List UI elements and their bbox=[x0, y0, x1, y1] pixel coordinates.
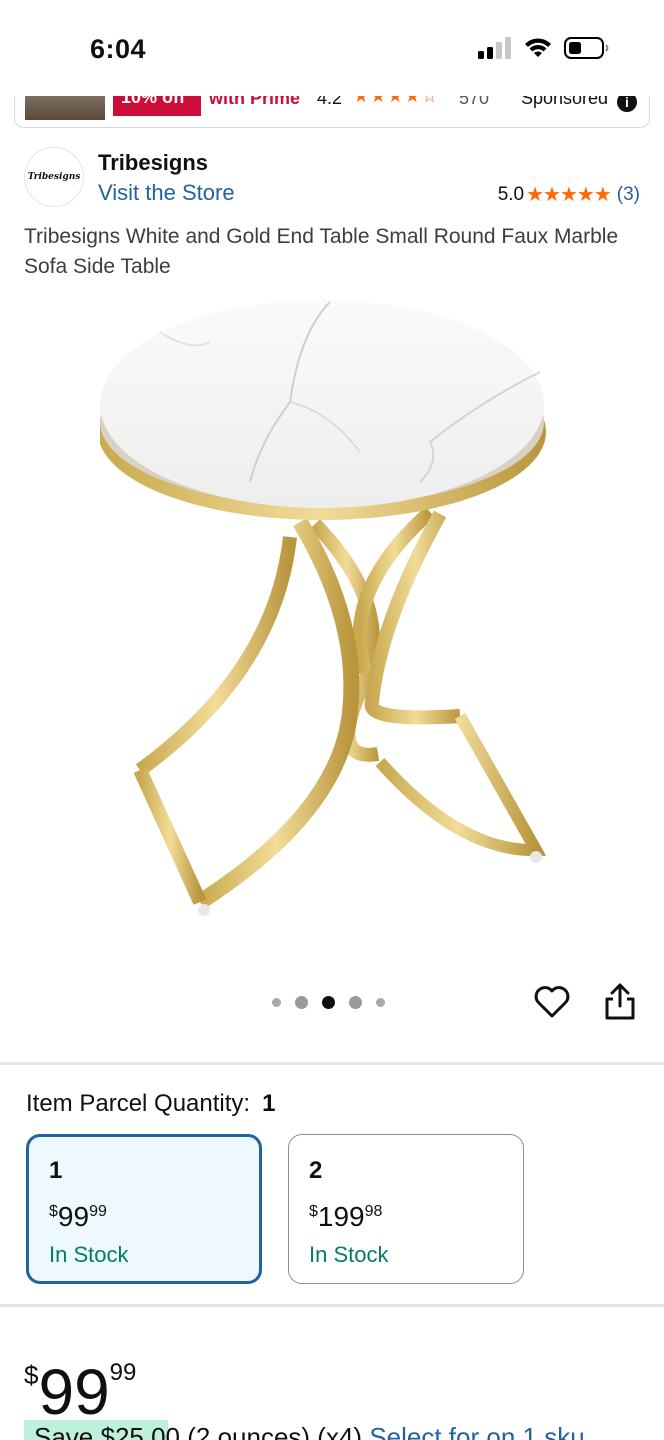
divider bbox=[0, 1062, 664, 1065]
option-quantity: 2 bbox=[309, 1157, 323, 1184]
product-price: $9999 bbox=[24, 1338, 136, 1427]
coupon-select-link[interactable]: Select for on 1 sku bbox=[369, 1422, 584, 1440]
brand-logo[interactable]: Tribesigns bbox=[24, 147, 84, 207]
option-quantity: 1 bbox=[49, 1157, 63, 1184]
option-stock-status: In Stock bbox=[309, 1242, 389, 1267]
product-title: Tribesigns White and Gold End Table Smal… bbox=[24, 225, 619, 278]
option-price-fraction: 98 bbox=[364, 1203, 383, 1220]
rating-count-link[interactable]: (3) bbox=[617, 184, 640, 206]
option-price-whole: 199 bbox=[317, 1201, 365, 1232]
carousel-dot[interactable] bbox=[272, 998, 281, 1007]
coupon-row[interactable]: Save $25.00 (2 ounces) (x4) Select for o… bbox=[24, 1418, 664, 1440]
star-rating-icon: ★★★★★ bbox=[526, 184, 612, 206]
price-currency: $ bbox=[24, 1360, 39, 1390]
carousel-dot[interactable] bbox=[349, 996, 362, 1009]
brand-logo-text: Tribesigns bbox=[27, 172, 81, 182]
coupon-text: Save $25.00 (2 ounces) (x4) Select for o… bbox=[34, 1422, 585, 1440]
coupon-description: Save $25.00 (2 ounces) (x4) bbox=[34, 1422, 363, 1440]
brand-rating[interactable]: 5.0 ★★★★★ (3) bbox=[498, 182, 640, 207]
ad-star-rating-icon: ★★★★☆ bbox=[353, 96, 439, 106]
quantity-label-text: Item Parcel Quantity: bbox=[26, 1090, 251, 1117]
option-price-currency: $ bbox=[49, 1203, 58, 1220]
quantity-option-2[interactable]: 2 $19998 In Stock bbox=[288, 1134, 524, 1284]
ad-deal-badge: 10% off bbox=[113, 96, 201, 116]
option-price-fraction: 99 bbox=[89, 1203, 107, 1220]
status-icons bbox=[478, 36, 610, 60]
image-carousel-dots[interactable] bbox=[272, 996, 385, 1009]
battery-icon bbox=[564, 37, 609, 59]
option-stock-status: In Stock bbox=[49, 1242, 129, 1267]
ad-rating: 4.2 bbox=[317, 96, 343, 108]
signal-icon bbox=[478, 37, 511, 59]
ad-review-count: 570 bbox=[459, 96, 490, 108]
product-image[interactable] bbox=[98, 292, 566, 942]
status-time: 6:04 bbox=[90, 34, 147, 64]
quantity-value: 1 bbox=[262, 1090, 276, 1117]
option-price-whole: 99 bbox=[57, 1201, 90, 1232]
ad-product-thumbnail bbox=[25, 96, 105, 120]
wifi-icon bbox=[525, 38, 551, 57]
carousel-dot[interactable] bbox=[295, 996, 308, 1009]
carousel-dot-active[interactable] bbox=[322, 996, 335, 1009]
option-price: $19998 bbox=[309, 1197, 503, 1232]
visit-store-link[interactable]: Visit the Store bbox=[98, 180, 235, 206]
option-price: $9999 bbox=[49, 1197, 239, 1232]
heart-icon[interactable] bbox=[532, 982, 572, 1022]
sponsored-ad-banner[interactable]: 10% off with Prime 4.2 ★★★★☆ 570 Sponsor… bbox=[14, 96, 650, 128]
option-price-currency: $ bbox=[309, 1203, 318, 1220]
rating-value: 5.0 bbox=[497, 183, 525, 205]
sponsored-label: Sponsored bbox=[521, 96, 609, 108]
quantity-option-1[interactable]: 1 $9999 In Stock bbox=[26, 1134, 262, 1284]
info-icon[interactable]: i bbox=[617, 96, 637, 112]
share-icon[interactable] bbox=[602, 982, 638, 1022]
divider bbox=[0, 1304, 664, 1307]
ad-prime-label: with Prime bbox=[209, 96, 301, 108]
item-parcel-quantity-label: Item Parcel Quantity: 1 bbox=[26, 1090, 275, 1118]
status-bar: 6:04 bbox=[0, 0, 664, 96]
carousel-dot[interactable] bbox=[376, 998, 385, 1007]
brand-name[interactable]: Tribesigns bbox=[98, 150, 208, 176]
price-fraction: 99 bbox=[109, 1359, 137, 1386]
